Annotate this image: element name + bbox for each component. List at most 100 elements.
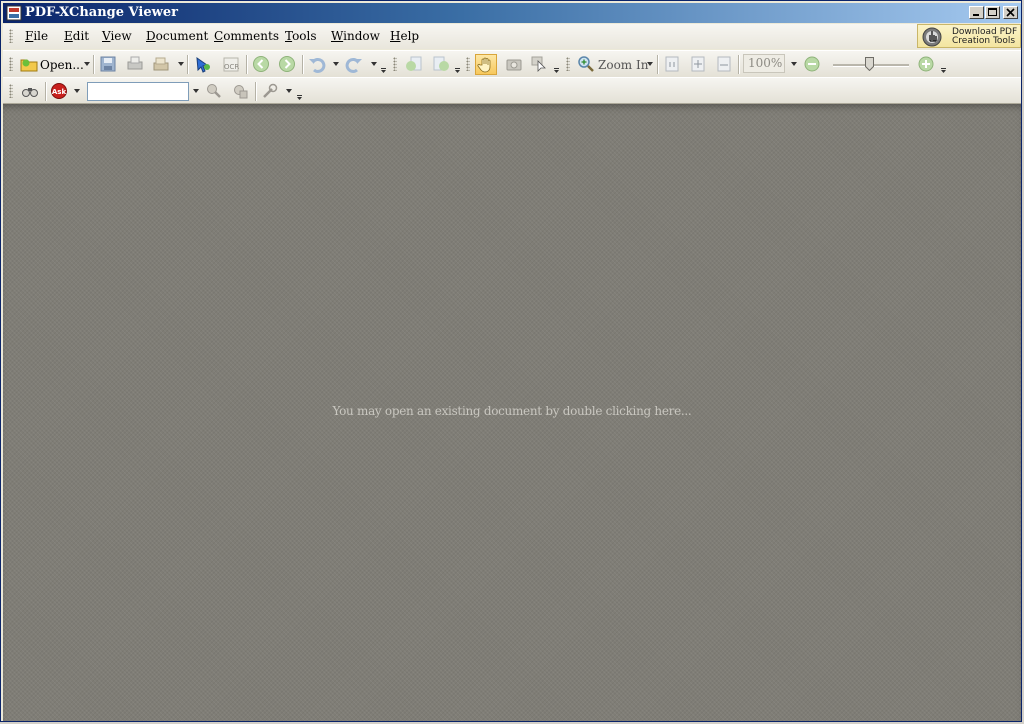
zoom-in-icon (578, 56, 594, 72)
redo-button[interactable] (345, 55, 363, 73)
toolbar-grip[interactable] (466, 57, 470, 71)
ask-button[interactable]: Ask (50, 82, 68, 100)
menu-bar: File Edit View Document Comments Tools W… (3, 24, 1021, 49)
open-dropdown-arrow[interactable] (84, 62, 90, 66)
menu-document[interactable]: Document (146, 29, 208, 43)
search-input[interactable] (87, 82, 189, 101)
find-button[interactable] (21, 82, 39, 100)
menu-help[interactable]: Help (390, 29, 419, 43)
next-page-button[interactable] (432, 55, 450, 73)
highlight-button[interactable] (231, 82, 249, 100)
ask-dropdown-arrow[interactable] (74, 89, 80, 93)
scan-icon (153, 57, 169, 71)
previous-page-button[interactable] (405, 55, 423, 73)
tools-options-button[interactable] (261, 82, 279, 100)
hand-tool-button[interactable] (475, 54, 497, 75)
redo-dropdown-arrow[interactable] (371, 62, 377, 66)
app-icon[interactable] (6, 5, 22, 21)
zoom-level-field[interactable]: 100% (743, 54, 785, 73)
actual-size-icon (665, 56, 679, 72)
print-icon (127, 56, 143, 70)
undo-icon (309, 57, 326, 73)
zoom-in-tool-button[interactable] (577, 55, 595, 73)
zoom-in-label[interactable]: Zoom In (598, 58, 648, 72)
zoom-out-button[interactable] (803, 55, 821, 73)
zoom-out-icon (804, 56, 820, 72)
email-button[interactable] (194, 55, 212, 73)
separator (255, 82, 257, 101)
redo-icon (345, 57, 362, 73)
toolbar-overflow-icon[interactable] (297, 95, 302, 100)
main-toolbar: Open... OCR Zoom In 100% (3, 50, 1021, 77)
open-folder-icon (20, 59, 38, 72)
fit-page-button[interactable] (689, 55, 707, 73)
menu-file[interactable]: File (25, 29, 48, 43)
fit-page-icon (691, 56, 705, 72)
promo-line-2: Creation Tools (952, 36, 1016, 46)
separator (45, 82, 47, 101)
close-icon (1006, 8, 1015, 17)
undo-dropdown-arrow[interactable] (333, 62, 339, 66)
toolbar-overflow-icon[interactable] (381, 68, 386, 73)
svg-text:Ask: Ask (52, 88, 67, 96)
tools-icon (263, 83, 278, 98)
forward-button[interactable] (278, 55, 296, 73)
secondary-toolbar: Ask (3, 77, 1021, 104)
toolbar-overflow-icon[interactable] (554, 68, 559, 73)
menu-window[interactable]: Window (331, 29, 380, 43)
next-page-icon (433, 56, 449, 71)
back-button[interactable] (252, 55, 270, 73)
toolbar-overflow-icon[interactable] (941, 68, 946, 73)
cursor-hand-icon (922, 27, 942, 47)
search-web-button[interactable] (205, 82, 223, 100)
open-button[interactable] (20, 55, 38, 73)
scan-button[interactable] (152, 55, 170, 73)
zoom-slider-thumb[interactable] (865, 57, 874, 71)
separator (246, 55, 248, 74)
maximize-button[interactable] (985, 6, 1000, 19)
save-button[interactable] (99, 55, 117, 73)
menu-grip[interactable] (9, 29, 13, 43)
zoom-plus-button[interactable] (917, 55, 935, 73)
ask-icon: Ask (51, 83, 67, 99)
search-web-icon (207, 84, 221, 98)
print-button[interactable] (126, 55, 144, 73)
close-button[interactable] (1003, 6, 1018, 19)
toolbar-overflow-icon[interactable] (455, 68, 460, 73)
document-workspace[interactable]: You may open an existing document by dou… (3, 104, 1021, 721)
toolbar-grip[interactable] (9, 57, 13, 71)
open-label[interactable]: Open... (40, 58, 84, 72)
menu-view[interactable]: View (102, 29, 132, 43)
toolbar-grip[interactable] (393, 57, 397, 71)
snapshot-button[interactable] (505, 55, 523, 73)
binoculars-icon (22, 88, 38, 97)
separator (93, 55, 95, 74)
zoom-plus-icon (918, 56, 934, 72)
menu-edit[interactable]: Edit (64, 29, 89, 43)
actual-size-button[interactable] (663, 55, 681, 73)
menu-comments[interactable]: Comments (214, 29, 279, 43)
menu-tools[interactable]: Tools (285, 29, 317, 43)
zoom-level-dropdown-arrow[interactable] (791, 62, 797, 66)
download-pdf-tools-button[interactable]: Download PDF Creation Tools (917, 24, 1021, 48)
scan-dropdown-arrow[interactable] (178, 62, 184, 66)
toolbar-grip[interactable] (9, 84, 13, 98)
application-window: PDF-XChange Viewer File Edit View Docume… (0, 0, 1022, 722)
select-text-button[interactable] (530, 55, 548, 73)
zoom-in-dropdown-arrow[interactable] (647, 62, 653, 66)
search-dropdown-arrow[interactable] (193, 89, 199, 93)
undo-button[interactable] (308, 55, 326, 73)
select-text-icon (531, 56, 546, 72)
fit-width-button[interactable] (715, 55, 733, 73)
toolbar-grip[interactable] (566, 57, 570, 71)
ocr-label: OCR (224, 63, 240, 71)
minimize-button[interactable] (969, 6, 984, 19)
hand-tool-icon (477, 57, 491, 73)
save-icon (100, 56, 116, 72)
email-icon (196, 56, 210, 73)
title-bar[interactable]: PDF-XChange Viewer (3, 3, 1021, 23)
fit-width-icon (717, 56, 731, 72)
tools-dropdown-arrow[interactable] (286, 89, 292, 93)
separator (657, 55, 659, 74)
separator (302, 55, 304, 74)
